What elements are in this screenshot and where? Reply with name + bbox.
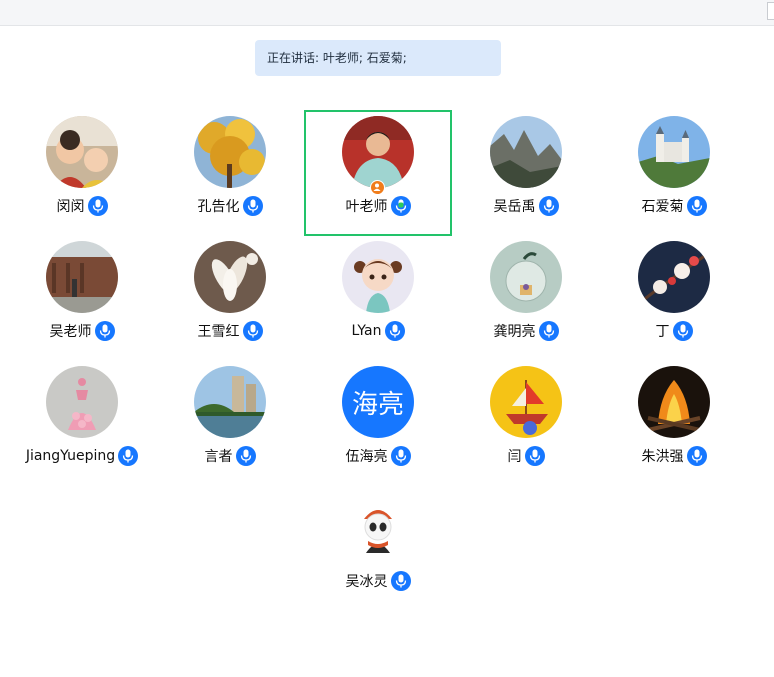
plum-blossom-avatar bbox=[638, 241, 710, 313]
mic-icon[interactable] bbox=[235, 446, 256, 466]
participant-name: 吴冰灵 bbox=[345, 574, 388, 590]
participant-tile[interactable]: JiangYueping bbox=[8, 361, 156, 487]
participant-tile[interactable]: 孔告化 bbox=[156, 111, 304, 237]
participant-tile[interactable]: 吴老师 bbox=[8, 236, 156, 362]
mic-speaking-icon[interactable] bbox=[686, 196, 707, 216]
participant-tile[interactable]: 龚明亮 bbox=[452, 236, 600, 362]
flower-dress-avatar bbox=[46, 366, 118, 438]
participant-tile[interactable]: 王雪红 bbox=[156, 236, 304, 362]
street-wall-avatar bbox=[46, 241, 118, 313]
participant-name: 丁 bbox=[655, 324, 670, 340]
participant-name: 叶老师 bbox=[345, 199, 388, 215]
teacher-photo-avatar bbox=[342, 116, 414, 188]
participant-grid: 闵闵 孔告化 叶老师 吴岳禹 石爱菊 吴老师 王雪红 LYan 龚明亮 丁 Ji… bbox=[0, 0, 774, 677]
cartoon-girl-avatar bbox=[342, 241, 414, 313]
glass-apple-avatar bbox=[490, 241, 562, 313]
participant-name: 闵闵 bbox=[56, 199, 85, 215]
mic-icon[interactable] bbox=[672, 321, 693, 341]
participant-name: 伍海亮 bbox=[345, 449, 388, 465]
participant-name: 吴岳禹 bbox=[493, 199, 536, 215]
mic-icon[interactable] bbox=[538, 196, 559, 216]
participant-name: 王雪红 bbox=[197, 324, 240, 340]
mic-icon[interactable] bbox=[242, 321, 263, 341]
participant-tile[interactable]: 闵闵 bbox=[8, 111, 156, 237]
text-avatar: 海亮 bbox=[342, 366, 414, 438]
bonfire-avatar bbox=[638, 366, 710, 438]
host-badge-icon bbox=[370, 180, 385, 195]
magnolia-avatar bbox=[194, 241, 266, 313]
mic-icon[interactable] bbox=[94, 321, 115, 341]
participant-tile[interactable]: 吴冰灵 bbox=[304, 486, 452, 612]
mic-icon[interactable] bbox=[538, 321, 559, 341]
mic-icon[interactable] bbox=[390, 446, 411, 466]
participant-tile[interactable]: 石爱菊 bbox=[600, 111, 748, 237]
participant-name: 吴老师 bbox=[49, 324, 92, 340]
mic-icon[interactable] bbox=[87, 196, 108, 216]
mic-icon[interactable] bbox=[384, 321, 405, 341]
participant-tile[interactable]: 海亮 伍海亮 bbox=[304, 361, 452, 487]
participant-name: 闫 bbox=[507, 449, 522, 465]
participant-name: JiangYueping bbox=[25, 448, 116, 464]
participant-tile[interactable]: 朱洪强 bbox=[600, 361, 748, 487]
mountain-avatar bbox=[490, 116, 562, 188]
panda-avatar bbox=[342, 491, 414, 563]
participant-tile[interactable]: 吴岳禹 bbox=[452, 111, 600, 237]
mic-icon[interactable] bbox=[524, 446, 545, 466]
participant-tile[interactable]: 言者 bbox=[156, 361, 304, 487]
kids-photo-avatar bbox=[46, 116, 118, 188]
mic-icon[interactable] bbox=[390, 571, 411, 591]
mic-speaking-icon[interactable] bbox=[390, 196, 411, 216]
mic-icon[interactable] bbox=[118, 446, 139, 466]
castle-avatar bbox=[638, 116, 710, 188]
mic-icon[interactable] bbox=[242, 196, 263, 216]
participant-tile[interactable]: LYan bbox=[304, 236, 452, 362]
participant-name: 朱洪强 bbox=[641, 449, 684, 465]
lake-buildings-avatar bbox=[194, 366, 266, 438]
participant-name: 石爱菊 bbox=[641, 199, 684, 215]
participant-name: 龚明亮 bbox=[493, 324, 536, 340]
participant-tile[interactable]: 闫 bbox=[452, 361, 600, 487]
yellow-tree-avatar bbox=[194, 116, 266, 188]
participant-tile-active[interactable]: 叶老师 bbox=[304, 110, 452, 236]
participant-name: 孔告化 bbox=[197, 199, 240, 215]
participant-name: LYan bbox=[351, 323, 382, 339]
mic-icon[interactable] bbox=[686, 446, 707, 466]
participant-name: 言者 bbox=[204, 449, 233, 465]
lucky-boat-avatar bbox=[490, 366, 562, 438]
participant-tile[interactable]: 丁 bbox=[600, 236, 748, 362]
